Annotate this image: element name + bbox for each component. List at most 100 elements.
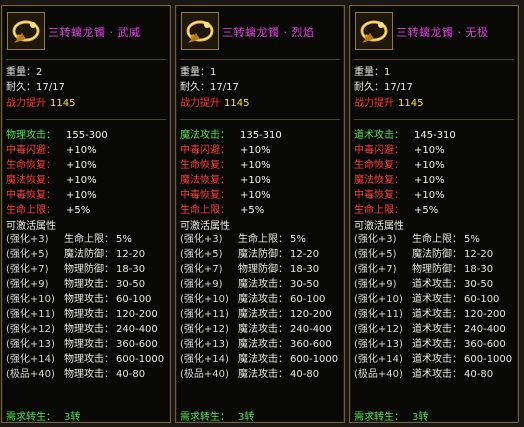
enhancement-level-text: 强化+11) xyxy=(9,309,55,320)
enhancement-value: 120-200 xyxy=(464,309,506,320)
item-header: 三转螭龙镯 · 武威 xyxy=(2,6,170,56)
attribute-label: 生命上限： xyxy=(6,205,56,216)
attribute-label: 道术攻击： xyxy=(354,130,404,141)
enhancement-value: 5% xyxy=(116,234,132,245)
enhancement-level-text: 强化+7) xyxy=(183,264,223,275)
attribute-label: 生命恢复： xyxy=(180,160,230,171)
divider xyxy=(180,119,340,120)
attribute-row: 魔法恢复： +10% xyxy=(354,174,445,188)
attribute-label: 生命恢复： xyxy=(6,160,56,171)
attribute-label: 中毒恢复： xyxy=(354,190,404,201)
attribute-value: +10% xyxy=(66,190,97,201)
attribute-label: 中毒恢复： xyxy=(180,190,230,201)
power-label: 战力提升 xyxy=(6,98,46,109)
attribute-row: 中毒闪避： +10% xyxy=(180,144,271,158)
attribute-row: 生命上限： +5% xyxy=(6,204,90,218)
enhancement-level: (极品+40) xyxy=(6,368,64,382)
attribute-row: 中毒恢复： +10% xyxy=(6,189,97,203)
attribute-row: 中毒恢复： +10% xyxy=(180,189,271,203)
attribute-value: 145-310 xyxy=(414,130,456,141)
enhancement-attr: 物理攻击： xyxy=(64,294,114,305)
enhancement-value: 40-80 xyxy=(290,369,320,380)
weight-value: 2 xyxy=(36,67,43,78)
item-header: 三转螭龙镯 · 烈焰 xyxy=(176,6,344,56)
attribute-row: 生命恢复： +10% xyxy=(6,159,97,173)
enhancement-value: 360-600 xyxy=(116,339,158,350)
enhancement-row: (强化+3) 生命上限： 5% xyxy=(6,233,132,247)
enhancement-level: (强化+5) xyxy=(180,248,238,262)
enhancement-attr: 魔法防御： xyxy=(64,249,114,260)
enhancement-level-text: 强化+7) xyxy=(357,264,397,275)
enhancement-row: (强化+10) 道术攻击： 60-100 xyxy=(354,293,499,307)
attribute-value: +5% xyxy=(414,205,439,216)
enhancement-value: 12-20 xyxy=(290,249,320,260)
attribute-row: 物理攻击： 155-300 xyxy=(6,129,108,143)
enhancement-row: (强化+9) 道术攻击： 30-50 xyxy=(354,278,493,292)
weight-row: 重量：2 xyxy=(6,66,42,80)
enhancement-row: (强化+10) 物理攻击： 60-100 xyxy=(6,293,151,307)
bracelet-icon[interactable] xyxy=(7,12,45,50)
weight-row: 重量：1 xyxy=(354,66,390,80)
enhancement-level: (强化+14) xyxy=(354,353,412,367)
item-tooltip-wuwei: 三转螭龙镯 · 武威 重量：2 耐久：17/17 战力提升 1145 物理攻击： 155-3… xyxy=(1,5,171,423)
enhancement-level-text: 强化+13) xyxy=(183,339,229,350)
enhancement-level: (强化+5) xyxy=(354,248,412,262)
divider xyxy=(6,119,166,120)
enhancement-level-text: 强化+3) xyxy=(183,234,223,245)
enhancement-value: 30-50 xyxy=(464,279,494,290)
enhancement-level: (极品+40) xyxy=(180,368,238,382)
weight-value: 1 xyxy=(384,67,391,78)
bracelet-icon[interactable] xyxy=(181,12,219,50)
enhancement-level: (强化+11) xyxy=(6,308,64,322)
enhancement-level-text: 强化+9) xyxy=(357,279,397,290)
enhancement-level-text: 强化+13) xyxy=(9,339,55,350)
enhancement-row: (极品+40) 物理攻击： 40-80 xyxy=(6,368,145,382)
attribute-value: +10% xyxy=(414,160,445,171)
weight-label: 重量： xyxy=(180,67,210,78)
enhancement-row: (强化+5) 魔法防御： 12-20 xyxy=(354,248,493,262)
enhancement-level-text: 强化+11) xyxy=(183,309,229,320)
enhancement-level-text: 强化+5) xyxy=(357,249,397,260)
enhancement-row: (强化+7) 物理防御： 18-30 xyxy=(6,263,145,277)
enhancement-value: 12-20 xyxy=(464,249,494,260)
enhancement-level-text: 强化+14) xyxy=(357,354,403,365)
enhancement-attr: 魔法攻击： xyxy=(238,339,288,350)
enhancement-row: (强化+11) 魔法攻击： 120-200 xyxy=(180,308,332,322)
power-row: 战力提升 1145 xyxy=(180,97,249,111)
enhancement-value: 240-400 xyxy=(290,324,332,335)
enhancement-level: (强化+10) xyxy=(180,293,238,307)
enhancement-attr: 魔法防御： xyxy=(412,249,462,260)
enhancement-value: 40-80 xyxy=(464,369,494,380)
requirement-row: 需求转生： 3转 xyxy=(6,408,80,422)
enhancement-level: (强化+3) xyxy=(6,233,64,247)
attribute-row: 生命恢复： +10% xyxy=(354,159,445,173)
enhancement-level: (强化+11) xyxy=(354,308,412,322)
enhancement-level: (强化+11) xyxy=(180,308,238,322)
enhancement-attr: 道术攻击： xyxy=(412,324,462,335)
attribute-value: +10% xyxy=(414,175,445,186)
attribute-row: 魔法恢复： +10% xyxy=(180,174,271,188)
power-value: 1145 xyxy=(224,98,250,109)
durability-row: 耐久：17/17 xyxy=(180,81,239,95)
attribute-value: 155-300 xyxy=(66,130,108,141)
item-tooltip-wuji: 三转螭龙镯 · 无极 重量：1 耐久：17/17 战力提升 1145 道术攻击： 145-3… xyxy=(349,5,519,423)
enhancement-row: (强化+10) 魔法攻击： 60-100 xyxy=(180,293,325,307)
enhancement-level-text: 强化+5) xyxy=(9,249,49,260)
enhancement-attr: 道术攻击： xyxy=(412,339,462,350)
activatable-title: 可激活属性 xyxy=(6,221,56,232)
enhancement-value: 240-400 xyxy=(116,324,158,335)
enhancement-level-text: 强化+9) xyxy=(9,279,49,290)
enhancement-level: (强化+13) xyxy=(180,338,238,352)
enhancement-level: (强化+12) xyxy=(6,323,64,337)
attribute-label: 魔法恢复： xyxy=(180,175,230,186)
attribute-label: 物理攻击： xyxy=(6,130,56,141)
durability-value: 17/17 xyxy=(384,82,413,93)
enhancement-attr: 魔法攻击： xyxy=(238,279,288,290)
enhancement-value: 5% xyxy=(464,234,480,245)
enhancement-value: 60-100 xyxy=(116,294,152,305)
enhancement-row: (强化+5) 魔法防御： 12-20 xyxy=(6,248,145,262)
bracelet-icon[interactable] xyxy=(355,12,393,50)
enhancement-value: 30-50 xyxy=(290,279,320,290)
attribute-row: 魔法恢复： +10% xyxy=(6,174,97,188)
divider xyxy=(354,119,514,120)
